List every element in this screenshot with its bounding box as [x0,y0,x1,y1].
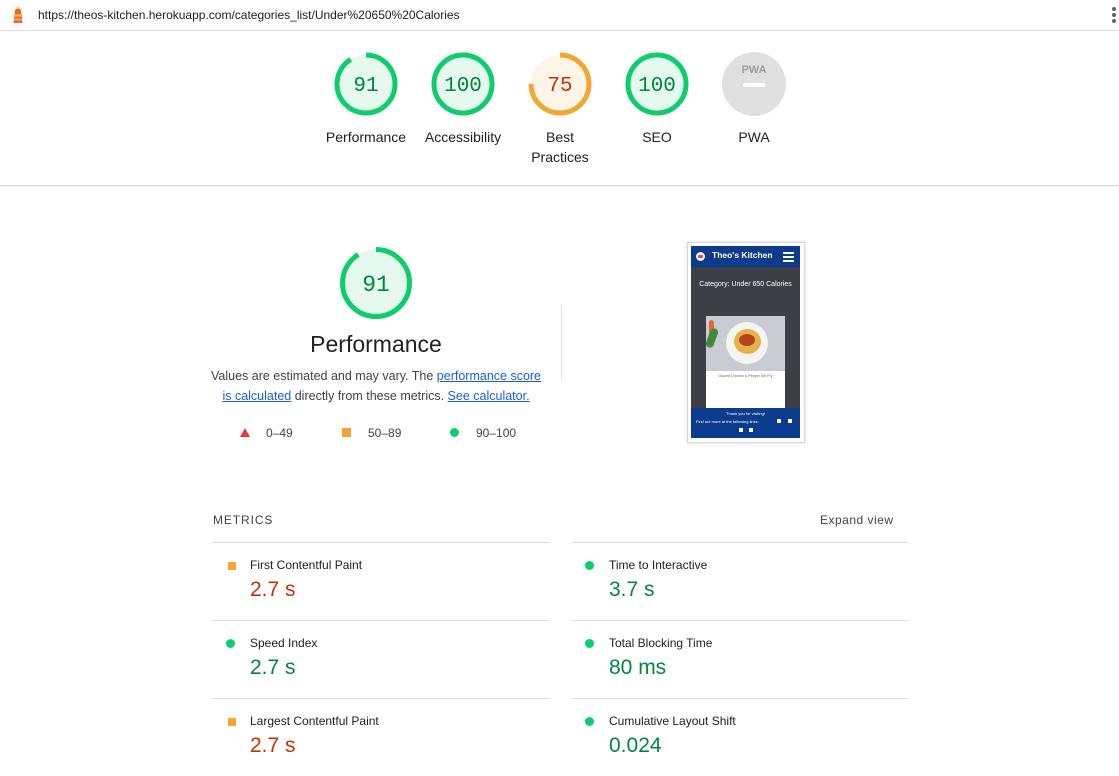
footer-text: Thank you for visiting! [726,411,765,416]
final-screenshot[interactable]: Theo's Kitchen Category: Under 650 Calor… [687,242,805,443]
metric-value: 80 ms [609,656,667,679]
gauge-performance[interactable]: 91 Performance [316,51,416,147]
lighthouse-icon [13,7,23,23]
legend-range: 0–49 [266,426,293,440]
screenshot-navbar: Theo's Kitchen [691,246,800,267]
gauge-score: 91 [353,75,378,98]
gauge-score: 100 [638,75,676,98]
screenshot-category: Category: Under 650 Calories [699,281,792,288]
url-bar: https://theos-kitchen.herokuapp.com/cate… [0,0,1119,31]
metric-name: Time to Interactive [609,558,708,572]
expand-view-toggle[interactable]: Expand view [820,513,894,527]
gauge-label-line2: Practices [531,149,589,165]
metric-name: Total Blocking Time [609,636,713,650]
metric-speed-index: Speed Index 2.7 s [212,620,550,698]
desc-text: directly from these metrics. [291,389,448,403]
gauge-score: 100 [444,75,482,98]
triangle-icon [240,428,250,437]
metric-time-to-interactive: Time to Interactive 3.7 s [571,542,909,620]
performance-title: Performance [310,331,442,357]
gauge-label: Performance [325,129,407,145]
gauge-seo[interactable]: 100 SEO [607,51,707,147]
gauge-ring: 75 [528,52,592,116]
screenshot-content: Theo's Kitchen Category: Under 650 Calor… [691,246,800,438]
gauge-ring: 91 [334,52,398,116]
metric-value: 0.024 [609,734,662,757]
desc-text: Values are estimated and may vary. The [210,369,437,383]
metric-largest-contentful-paint: Largest Contentful Paint 2.7 s [212,698,550,776]
pass-circle-icon [585,639,594,648]
metric-name: Speed Index [250,636,318,650]
pass-circle-icon [585,717,594,726]
screenshot-footer: Thank you for visiting! Find out more at… [691,408,800,438]
facebook-icon [777,419,781,423]
performance-gauge: 91 [340,247,412,319]
metric-name: Cumulative Layout Shift [609,714,736,728]
screenshot-recipe-card: Glazed Chicken & Pepper Stir Fry [706,316,785,411]
metric-value: 2.7 s [250,734,296,757]
metric-value: 2.7 s [250,578,296,601]
recipe-image [706,316,785,371]
circle-icon [450,428,459,437]
gauge-label: SEO [642,129,672,145]
url-text[interactable]: https://theos-kitchen.herokuapp.com/cate… [38,8,460,22]
gauge-accessibility[interactable]: 100 Accessibility [413,51,513,147]
metric-total-blocking-time: Total Blocking Time 80 ms [571,620,909,698]
social-icon [749,428,753,432]
gauge-label-line1: Best [545,129,574,145]
instagram-icon [788,419,792,423]
gauge-ring: 100 [625,52,689,116]
divider [561,305,562,379]
gauge-score: 75 [547,75,572,98]
average-square-icon [228,718,236,726]
performance-score: 91 [362,272,390,298]
more-vert-icon[interactable] [1111,6,1117,24]
gauge-ring: 100 [431,52,495,116]
pass-circle-icon [585,561,594,570]
metric-value: 3.7 s [609,578,655,601]
legend-range: 50–89 [368,426,402,440]
performance-summary: 91 Performance Values are estimated and … [206,245,546,406]
gauge-label: PWA [738,129,770,145]
pass-circle-icon [226,639,235,648]
gauge-label: Best Practices [510,127,610,167]
see-calculator-link[interactable]: See calculator. [448,389,530,403]
footer-text: Find out more at the following links: [696,419,759,424]
screenshot-site-title: Theo's Kitchen [712,250,773,260]
metric-first-contentful-paint: First Contentful Paint 2.7 s [212,542,550,620]
metric-cumulative-layout-shift: Cumulative Layout Shift 0.024 [571,698,909,776]
recipe-caption: Glazed Chicken & Pepper Stir Fry [718,374,773,378]
average-square-icon [228,562,236,570]
site-logo-icon [696,252,705,261]
metric-name: Largest Contentful Paint [250,714,379,728]
social-icon [739,428,743,432]
performance-description: Values are estimated and may vary. The p… [206,366,546,406]
gauge-label: Accessibility [424,129,502,145]
pwa-badge-text: PWA [741,64,766,76]
gauge-best-practices[interactable]: 75 Best Practices [510,51,610,167]
metric-value: 2.7 s [250,656,296,679]
hamburger-menu-icon [783,252,794,264]
scores-header: 91 Performance 100 Accessibility 75 Best… [0,31,1119,186]
metrics-heading: METRICS [213,513,274,527]
metric-name: First Contentful Paint [250,558,363,572]
gauge-pwa[interactable]: PWA PWA [704,51,804,147]
pwa-badge-icon: PWA [722,52,786,116]
square-icon [342,428,351,437]
legend-range: 90–100 [476,426,517,440]
